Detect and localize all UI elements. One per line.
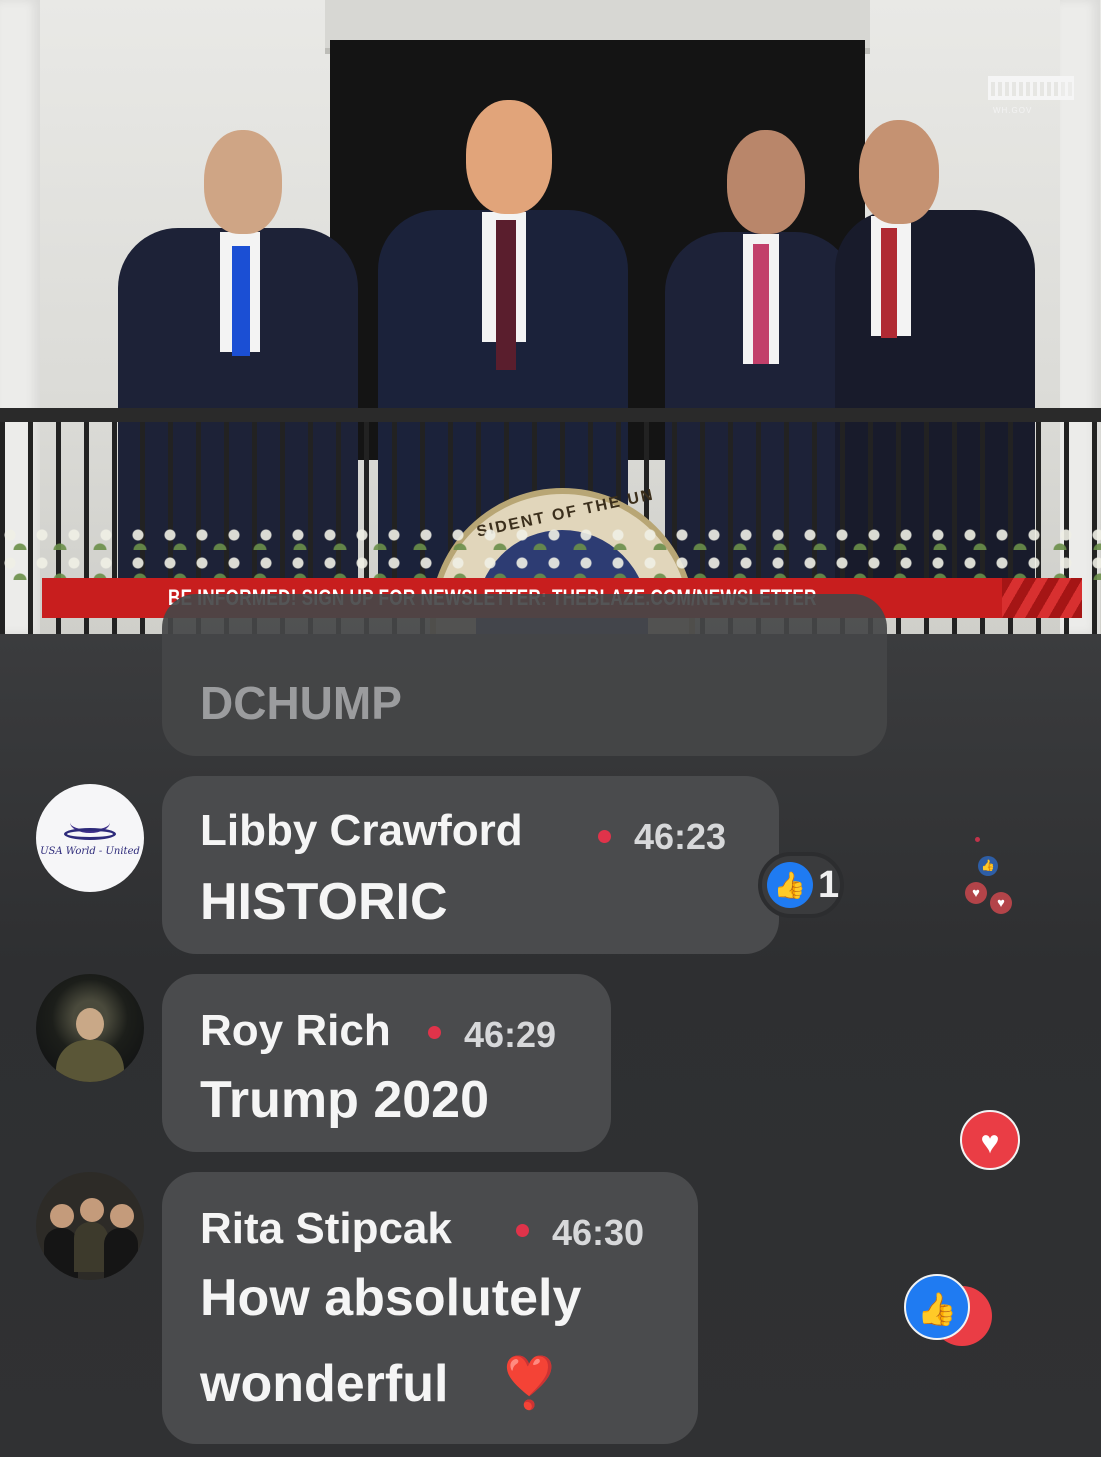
banner-stripe-decoration — [1002, 578, 1082, 618]
watermark-caption: WH.GOV — [993, 106, 1033, 115]
comment-text-line-1: How absolutely — [200, 1269, 582, 1327]
floating-like-icon: 👍 — [904, 1274, 970, 1340]
reaction-count: 1 — [818, 864, 840, 906]
floating-reaction-dot — [975, 837, 980, 842]
live-video-player[interactable]: SIDENT OF THE UN WH.GOV BE INFORMED! SIG… — [0, 0, 1101, 634]
commenter-name[interactable]: Roy Rich — [200, 1006, 391, 1056]
comment-text: Trump 2020 — [200, 1071, 490, 1129]
heart-exclamation-icon: ❣️ — [498, 1355, 561, 1411]
floating-like-icon: 👍 — [978, 856, 998, 876]
avatar-logo-text: USA World - United — [40, 846, 140, 857]
white-house-logo-icon — [988, 76, 1074, 102]
separator-dot — [516, 1224, 529, 1237]
avatar[interactable]: USA World - United — [36, 784, 144, 892]
floating-heart-icon: ♥ — [965, 882, 987, 904]
floating-heart-icon: ♥ — [990, 892, 1012, 914]
comment-timestamp: 46:30 — [552, 1212, 645, 1253]
reaction-count-badge[interactable]: 👍 1 — [758, 852, 844, 918]
commenter-name[interactable]: Rita Stipcak — [200, 1204, 452, 1254]
infinity-icon — [64, 828, 116, 840]
avatar[interactable] — [36, 1172, 144, 1280]
live-comments-panel[interactable]: DCHUMP USA World - United Libby Crawford… — [0, 594, 1101, 1457]
comment-timestamp: 46:29 — [464, 1014, 557, 1055]
comment-text-line-2: wonderful — [200, 1355, 449, 1413]
avatar[interactable] — [36, 974, 144, 1082]
separator-dot — [428, 1026, 441, 1039]
comment-text: HISTORIC — [200, 873, 448, 931]
separator-dot — [598, 830, 611, 843]
commenter-name[interactable]: Libby Crawford — [200, 806, 523, 856]
previous-comment-text: DCHUMP — [200, 677, 402, 729]
thumbs-up-icon: 👍 — [767, 862, 813, 908]
flower-decoration — [0, 520, 1101, 580]
previous-comment-bubble[interactable] — [162, 594, 887, 756]
floating-heart-icon: ♥ — [960, 1110, 1020, 1170]
comment-timestamp: 46:23 — [634, 816, 727, 857]
